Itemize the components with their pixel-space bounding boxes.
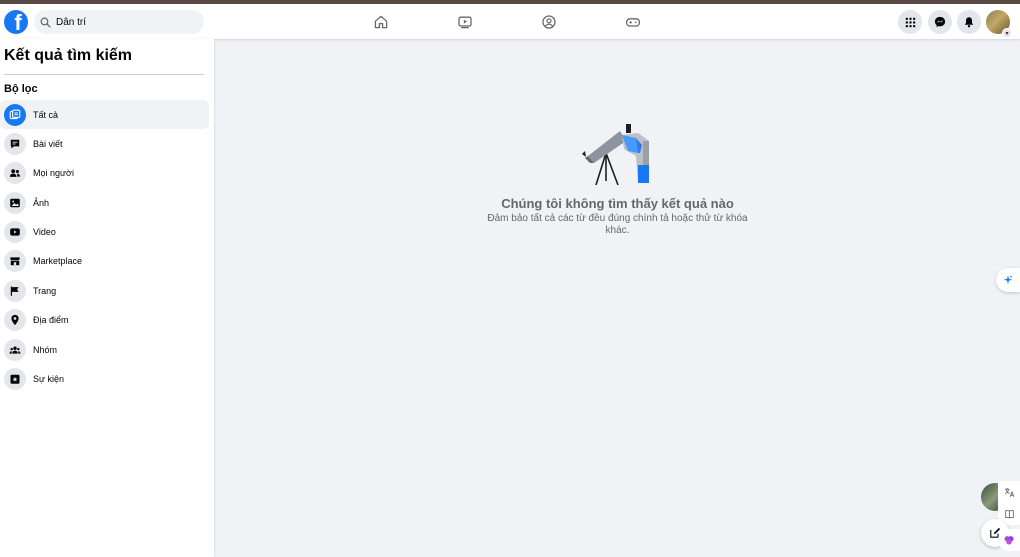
filter-item-label: Địa điểm bbox=[33, 314, 69, 325]
grid-icon bbox=[905, 17, 915, 27]
filter-item-all[interactable]: Tất cả bbox=[0, 100, 209, 129]
filter-item-photos[interactable]: Ảnh bbox=[0, 188, 209, 217]
posts-icon bbox=[4, 132, 26, 155]
filter-item-posts[interactable]: Bài viết bbox=[0, 129, 209, 158]
filter-item-pages[interactable]: Trang bbox=[0, 276, 209, 305]
filter-item-events[interactable]: Sự kiện bbox=[0, 364, 209, 393]
empty-state-subtitle: Đảm bảo tất cả các từ đều đúng chính tả … bbox=[487, 213, 748, 236]
filter-heading: Bộ lọc bbox=[4, 83, 38, 95]
photos-icon bbox=[4, 191, 26, 214]
search-icon bbox=[40, 17, 51, 28]
marketplace-icon bbox=[4, 249, 26, 272]
groups-icon[interactable] bbox=[540, 13, 558, 31]
telescope-illustration bbox=[582, 124, 649, 186]
people-icon bbox=[4, 161, 26, 184]
groups-icon bbox=[4, 338, 26, 361]
page-title: Kết quả tìm kiếm bbox=[4, 47, 133, 64]
filter-item-label: Nhóm bbox=[33, 344, 58, 355]
sparkle-icon bbox=[1003, 275, 1013, 285]
filter-item-videos[interactable]: Video bbox=[0, 217, 209, 246]
search-results-sidebar: Kết quả tìm kiếm Bộ lọc Tất cả Bài viết … bbox=[0, 39, 214, 557]
filter-item-marketplace[interactable]: Marketplace bbox=[0, 246, 209, 275]
filter-item-label: Marketplace bbox=[33, 255, 83, 266]
gaming-icon[interactable] bbox=[624, 13, 642, 31]
book-icon bbox=[1004, 509, 1014, 518]
messenger-icon bbox=[934, 16, 946, 28]
filter-item-label: Trang bbox=[33, 285, 57, 296]
bell-icon bbox=[964, 17, 974, 28]
all-results-icon bbox=[4, 103, 26, 126]
empty-state-title: Chúng tôi không tìm thấy kết quả nào bbox=[501, 196, 734, 211]
top-navigation-bar: f ▾ bbox=[0, 4, 1020, 39]
filter-item-groups[interactable]: Nhóm bbox=[0, 335, 209, 364]
translate-icon bbox=[1004, 487, 1014, 497]
notifications-button[interactable] bbox=[957, 10, 981, 34]
home-icon[interactable] bbox=[372, 13, 390, 31]
facebook-logo-icon[interactable]: f bbox=[4, 10, 28, 34]
extension-tool-button[interactable] bbox=[998, 529, 1020, 551]
filter-item-people[interactable]: Mọi người bbox=[0, 158, 209, 187]
no-results-message: Chúng tôi không tìm thấy kết quả nào Đảm… bbox=[470, 196, 765, 237]
messenger-button[interactable] bbox=[928, 10, 952, 34]
filter-item-label: Video bbox=[33, 226, 56, 237]
filter-item-places[interactable]: Địa điểm bbox=[0, 305, 209, 334]
events-star-icon bbox=[4, 367, 26, 390]
filter-item-label: Sự kiện bbox=[33, 373, 65, 384]
search-box[interactable] bbox=[34, 10, 204, 34]
floating-assistant-button[interactable] bbox=[996, 268, 1020, 292]
chevron-down-icon[interactable]: ▾ bbox=[1002, 28, 1012, 38]
filter-item-label: Ảnh bbox=[33, 197, 50, 208]
filter-item-label: Tất cả bbox=[33, 109, 59, 120]
location-pin-icon bbox=[4, 308, 26, 331]
video-icon[interactable] bbox=[456, 13, 474, 31]
filter-item-label: Bài viết bbox=[33, 138, 63, 149]
search-input[interactable] bbox=[56, 16, 186, 28]
menu-grid-button[interactable] bbox=[898, 10, 922, 34]
brain-icon bbox=[1004, 536, 1014, 545]
translate-tool-button[interactable] bbox=[998, 481, 1020, 503]
divider bbox=[4, 74, 204, 75]
filter-item-label: Mọi người bbox=[33, 167, 74, 178]
video-icon bbox=[4, 220, 26, 243]
pages-flag-icon bbox=[4, 279, 26, 302]
